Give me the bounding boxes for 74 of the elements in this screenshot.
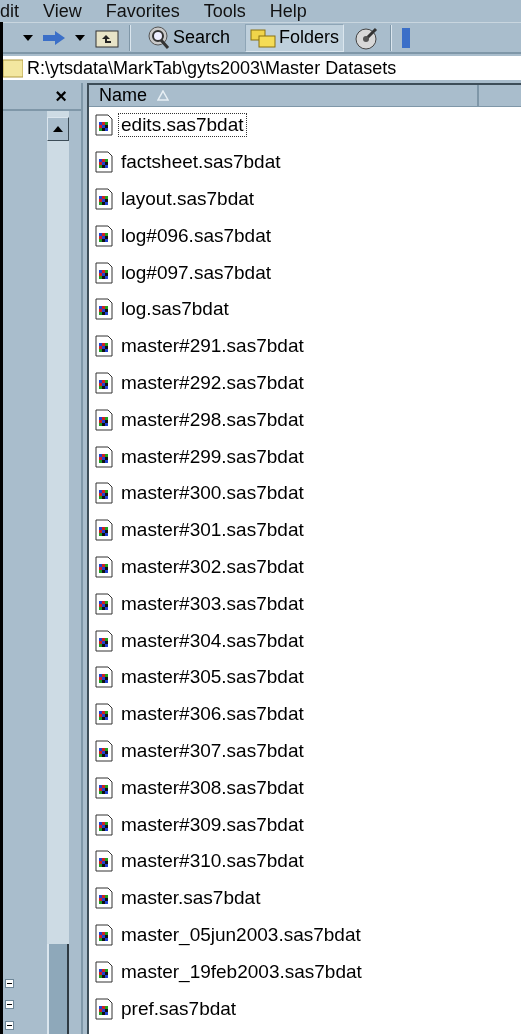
file-name[interactable]: master#309.sas7bdat: [118, 812, 307, 837]
file-name[interactable]: master#301.sas7bdat: [118, 518, 307, 543]
dataset-file-icon: [95, 261, 113, 284]
dataset-file-icon: [95, 887, 113, 910]
collapse-icon[interactable]: [5, 1000, 14, 1009]
file-name[interactable]: master#304.sas7bdat: [118, 628, 307, 653]
file-name[interactable]: log#096.sas7bdat: [118, 223, 274, 248]
collapse-icon[interactable]: [5, 979, 14, 988]
caret-icon[interactable]: [23, 34, 33, 41]
file-name[interactable]: factsheet.sas7bdat: [118, 150, 284, 175]
menu-item[interactable]: dit: [0, 1, 31, 21]
sort-arrow-icon: [157, 90, 169, 101]
file-name[interactable]: master#299.sas7bdat: [118, 444, 307, 469]
collapse-icon[interactable]: [5, 1021, 14, 1030]
caret-icon[interactable]: [75, 34, 85, 41]
dataset-file-icon: [95, 666, 113, 689]
search-button[interactable]: Search: [141, 23, 236, 52]
dataset-file-icon: [95, 813, 113, 836]
file-name[interactable]: master#302.sas7bdat: [118, 554, 307, 579]
scroll-up-button[interactable]: [47, 117, 69, 141]
file-name[interactable]: master_19feb2003.sas7bdat: [118, 959, 365, 984]
dataset-file-icon: [95, 519, 113, 542]
dataset-file-icon: [95, 776, 113, 799]
file-name[interactable]: master#300.sas7bdat: [118, 481, 307, 506]
dataset-file-icon: [95, 703, 113, 726]
dataset-file-icon: [95, 114, 113, 137]
file-name[interactable]: master#292.sas7bdat: [118, 370, 307, 395]
file-name[interactable]: master#307.sas7bdat: [118, 738, 307, 763]
dataset-file-icon: [95, 629, 113, 652]
dataset-file-icon: [95, 371, 113, 394]
up-arrow-icon: [53, 126, 63, 132]
file-name[interactable]: master#308.sas7bdat: [118, 775, 307, 800]
dataset-file-icon: [95, 850, 113, 873]
dataset-file-icon: [95, 997, 113, 1020]
dataset-file-icon: [95, 923, 113, 946]
search-icon: [146, 25, 170, 50]
dataset-file-icon: [95, 482, 113, 505]
scroll-thumb[interactable]: [47, 944, 69, 1034]
file-name[interactable]: master#310.sas7bdat: [118, 849, 307, 874]
dataset-file-icon: [95, 555, 113, 578]
file-name[interactable]: master.sas7bdat: [118, 886, 264, 911]
dataset-file-icon: [95, 224, 113, 247]
file-name[interactable]: master_05jun2003.sas7bdat: [118, 922, 364, 947]
file-name[interactable]: pref.sas7bdat: [118, 996, 240, 1021]
menu-item[interactable]: Help: [257, 1, 319, 21]
file-name[interactable]: master#303.sas7bdat: [118, 591, 307, 616]
file-name[interactable]: master#306.sas7bdat: [118, 702, 307, 727]
file-name[interactable]: master#291.sas7bdat: [118, 334, 307, 359]
dataset-file-icon: [95, 188, 113, 210]
close-icon[interactable]: ×: [55, 86, 67, 106]
menu-item[interactable]: Tools: [191, 1, 258, 21]
dataset-file-icon: [95, 739, 113, 762]
dataset-file-icon: [95, 592, 113, 615]
file-name[interactable]: log#097.sas7bdat: [118, 260, 274, 285]
file-name[interactable]: master#298.sas7bdat: [118, 407, 307, 432]
dataset-file-icon: [95, 335, 113, 358]
scrollbar[interactable]: [47, 111, 69, 1034]
dataset-file-icon: [95, 408, 113, 431]
forward-arrow-icon[interactable]: [43, 30, 65, 45]
file-name[interactable]: layout.sas7bdat: [118, 187, 258, 211]
file-name[interactable]: master#305.sas7bdat: [118, 665, 307, 690]
menu-item[interactable]: Favorites: [93, 1, 192, 21]
menu-item[interactable]: View: [31, 1, 94, 21]
folders-icon: [250, 27, 277, 48]
up-folder-icon[interactable]: [95, 27, 119, 48]
dataset-file-icon: [95, 445, 113, 468]
dataset-file-icon: [95, 960, 113, 983]
dataset-file-icon: [95, 298, 113, 321]
dataset-file-icon: [95, 151, 113, 174]
file-name[interactable]: edits.sas7bdat: [118, 113, 247, 138]
address-bar[interactable]: R:\ytsdata\MarkTab\gyts2003\Master Datasets: [3, 56, 521, 80]
folder-icon: [3, 58, 23, 78]
folders-button[interactable]: Folders: [245, 23, 345, 52]
file-name[interactable]: log.sas7bdat: [118, 297, 232, 322]
